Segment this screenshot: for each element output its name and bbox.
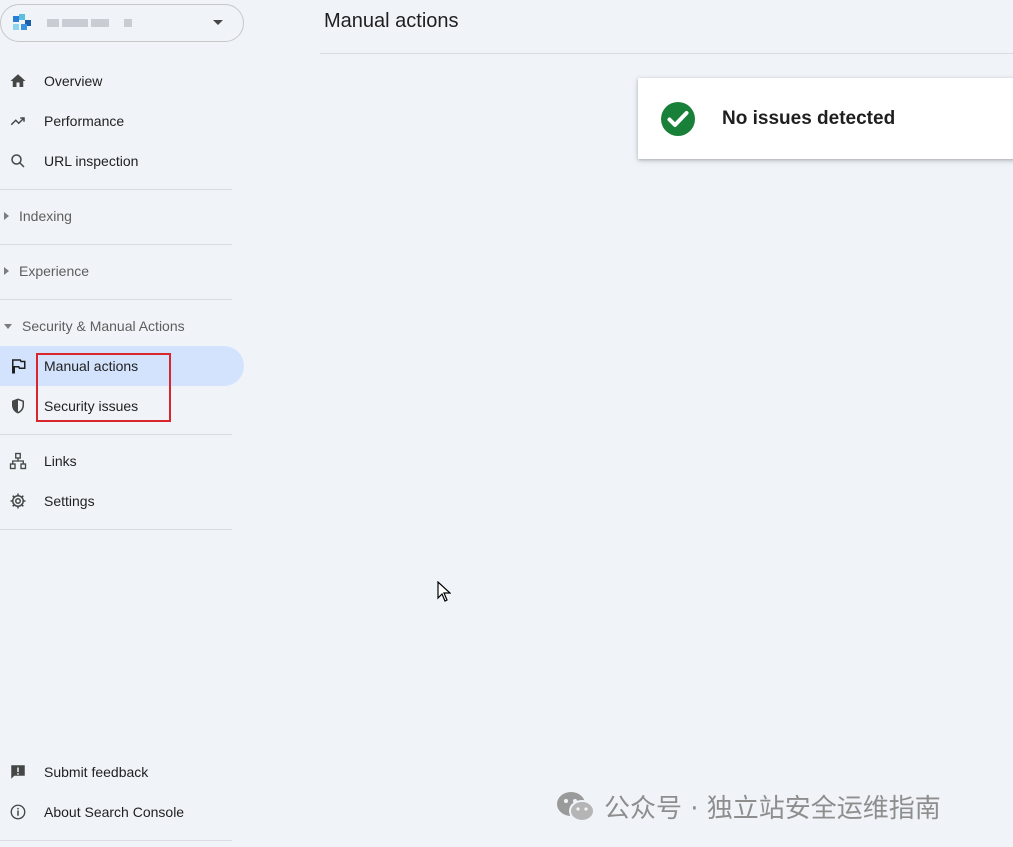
sidebar-divider — [0, 189, 232, 190]
section-label: Security & Manual Actions — [22, 318, 185, 334]
sidebar-item-submit-feedback[interactable]: Submit feedback — [0, 752, 244, 792]
sidebar-item-label: Submit feedback — [44, 764, 149, 780]
sidebar-item-links[interactable]: Links — [0, 441, 244, 481]
sidebar-item-performance[interactable]: Performance — [0, 101, 244, 141]
sidebar-item-settings[interactable]: Settings — [0, 481, 244, 521]
section-label: Indexing — [19, 208, 72, 224]
sidebar: Overview Performance URL inspection Inde… — [0, 0, 244, 847]
search-console-page: Overview Performance URL inspection Inde… — [0, 0, 1013, 847]
sidebar-section-security[interactable]: Security & Manual Actions — [0, 306, 232, 346]
sitemap-icon — [8, 451, 28, 471]
sidebar-item-label: Settings — [44, 493, 95, 509]
status-text: No issues detected — [722, 107, 896, 129]
sidebar-divider — [0, 299, 232, 300]
property-selector[interactable] — [0, 4, 244, 42]
site-favicon-icon — [11, 14, 37, 32]
expand-arrow-icon — [4, 267, 9, 275]
sidebar-section-indexing[interactable]: Indexing — [0, 196, 232, 236]
chevron-down-icon — [213, 20, 223, 25]
site-name-redacted — [47, 19, 132, 27]
sidebar-divider — [0, 529, 232, 530]
page-title: Manual actions — [324, 10, 459, 32]
sidebar-item-label: Security issues — [44, 398, 139, 414]
status-card: No issues detected — [638, 78, 1013, 159]
shield-icon — [8, 396, 28, 416]
sidebar-item-about[interactable]: About Search Console — [0, 792, 244, 832]
header-divider — [320, 53, 1013, 54]
feedback-icon — [8, 762, 28, 782]
sidebar-divider — [0, 434, 232, 435]
wechat-icon — [557, 791, 595, 822]
collapse-arrow-icon — [4, 323, 12, 329]
gear-icon — [8, 491, 28, 511]
sidebar-item-url-inspection[interactable]: URL inspection — [0, 141, 244, 181]
search-icon — [8, 151, 28, 171]
sidebar-item-security-issues[interactable]: Security issues — [0, 386, 244, 426]
trending-up-icon — [8, 111, 28, 131]
watermark-text: 公众号 · 独立站安全运维指南 — [604, 794, 941, 824]
mouse-cursor-icon — [437, 581, 451, 602]
sidebar-item-overview[interactable]: Overview — [0, 61, 244, 101]
sidebar-item-label: About Search Console — [44, 804, 185, 820]
watermark: 公众号 · 独立站安全运维指南 — [556, 788, 941, 825]
sidebar-section-experience[interactable]: Experience — [0, 251, 232, 291]
sidebar-item-label: Manual actions — [44, 358, 139, 374]
sidebar-divider — [0, 244, 232, 245]
sidebar-item-label: Performance — [44, 113, 125, 129]
info-icon — [8, 802, 28, 822]
section-label: Experience — [19, 263, 90, 279]
sidebar-item-label: URL inspection — [44, 153, 139, 169]
sidebar-item-label: Links — [44, 453, 77, 469]
expand-arrow-icon — [4, 212, 9, 220]
flag-icon — [8, 356, 28, 376]
home-icon — [8, 71, 28, 91]
sidebar-item-label: Overview — [44, 73, 103, 89]
check-circle-icon — [661, 101, 695, 136]
sidebar-divider — [0, 840, 232, 841]
sidebar-item-manual-actions[interactable]: Manual actions — [0, 346, 244, 386]
